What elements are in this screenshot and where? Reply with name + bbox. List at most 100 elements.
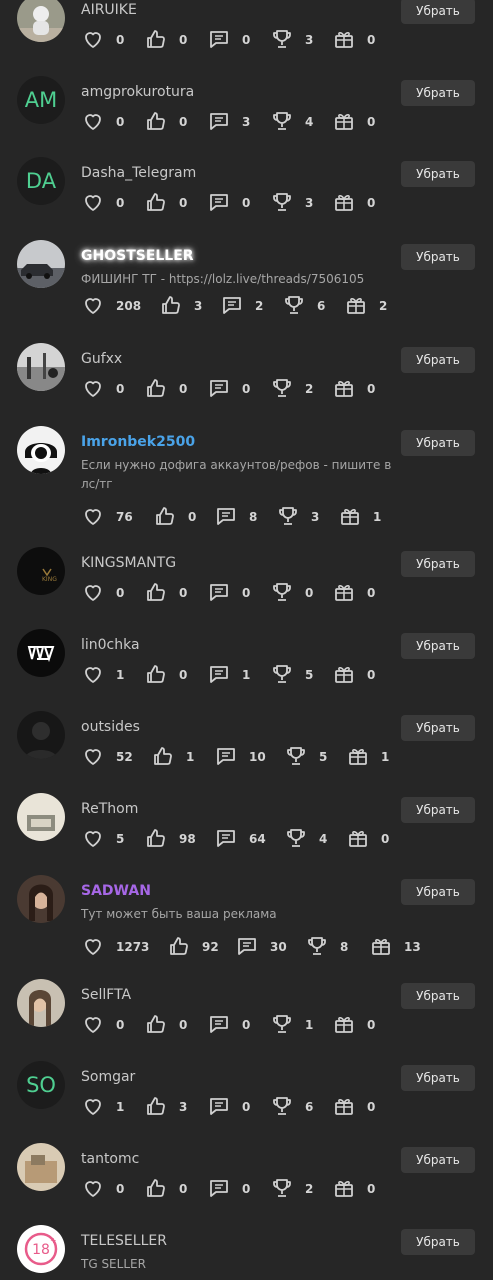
heart-stat[interactable]: 0 [81, 582, 124, 606]
avatar[interactable]: 18 + [17, 1225, 65, 1273]
message-stat[interactable]: 3 [207, 111, 250, 135]
username-link[interactable]: KINGSMANTG [81, 555, 176, 571]
remove-button[interactable]: Убрать [401, 80, 475, 106]
heart-stat[interactable]: 0 [81, 111, 124, 135]
trophy-stat[interactable]: 6 [282, 295, 325, 319]
heart-stat[interactable]: 0 [81, 378, 124, 402]
message-stat[interactable]: 0 [207, 582, 250, 606]
remove-button[interactable]: Убрать [401, 633, 475, 659]
remove-button[interactable]: Убрать [401, 244, 475, 270]
heart-stat[interactable]: 0 [81, 192, 124, 216]
remove-button[interactable]: Убрать [401, 0, 475, 24]
trophy-stat[interactable]: 2 [270, 378, 313, 402]
avatar[interactable] [17, 979, 65, 1027]
username-link[interactable]: Imronbek2500 [81, 434, 195, 450]
remove-button[interactable]: Убрать [401, 430, 475, 456]
trophy-stat[interactable]: 8 [305, 936, 348, 960]
thumbs-up-stat[interactable]: 0 [144, 1178, 187, 1202]
message-stat[interactable]: 0 [207, 1096, 250, 1120]
gift-stat[interactable]: 0 [332, 1096, 375, 1120]
username-link[interactable]: amgprokurotura [81, 84, 194, 100]
thumbs-up-stat[interactable]: 0 [144, 1014, 187, 1038]
gift-stat[interactable]: 0 [332, 1014, 375, 1038]
gift-stat[interactable]: 0 [332, 378, 375, 402]
remove-button[interactable]: Убрать [401, 715, 475, 741]
avatar[interactable]: AM [17, 76, 65, 124]
thumbs-up-stat[interactable]: 0 [144, 664, 187, 688]
heart-stat[interactable]: 0 [81, 29, 124, 53]
thumbs-up-stat[interactable]: 3 [144, 1096, 187, 1120]
message-stat[interactable]: 0 [207, 1014, 250, 1038]
gift-stat[interactable]: 1 [338, 506, 381, 530]
gift-stat[interactable]: 0 [332, 582, 375, 606]
username-link[interactable]: lin0chka [81, 637, 140, 653]
avatar[interactable] [17, 875, 65, 923]
username-link[interactable]: outsides [81, 719, 140, 735]
remove-button[interactable]: Убрать [401, 161, 475, 187]
gift-stat[interactable]: 2 [344, 295, 387, 319]
trophy-stat[interactable]: 3 [270, 192, 313, 216]
gift-stat[interactable]: 0 [332, 664, 375, 688]
remove-button[interactable]: Убрать [401, 1229, 475, 1255]
avatar[interactable] [17, 629, 65, 677]
message-stat[interactable]: 64 [214, 828, 266, 852]
remove-button[interactable]: Убрать [401, 1147, 475, 1173]
username-link[interactable]: Dasha_Telegram [81, 165, 196, 181]
trophy-stat[interactable]: 5 [284, 746, 327, 770]
username-link[interactable]: tantomc [81, 1151, 139, 1167]
trophy-stat[interactable]: 4 [284, 828, 327, 852]
message-stat[interactable]: 0 [207, 192, 250, 216]
trophy-stat[interactable]: 1 [270, 1014, 313, 1038]
thumbs-up-stat[interactable]: 0 [144, 192, 187, 216]
message-stat[interactable]: 30 [235, 936, 287, 960]
thumbs-up-stat[interactable]: 98 [144, 828, 196, 852]
gift-stat[interactable]: 1 [346, 746, 389, 770]
remove-button[interactable]: Убрать [401, 879, 475, 905]
thumbs-up-stat[interactable]: 0 [144, 378, 187, 402]
remove-button[interactable]: Убрать [401, 797, 475, 823]
avatar[interactable] [17, 240, 65, 288]
remove-button[interactable]: Убрать [401, 347, 475, 373]
remove-button[interactable]: Убрать [401, 1065, 475, 1091]
username-link[interactable]: TELESELLER [81, 1233, 167, 1249]
message-stat[interactable]: 0 [207, 29, 250, 53]
username-link[interactable]: Gufxx [81, 351, 122, 367]
thumbs-up-stat[interactable]: 0 [144, 582, 187, 606]
heart-stat[interactable]: 5 [81, 828, 124, 852]
avatar[interactable]: DA [17, 157, 65, 205]
username-link[interactable]: SellFTA [81, 987, 131, 1003]
message-stat[interactable]: 0 [207, 1178, 250, 1202]
heart-stat[interactable]: 1 [81, 664, 124, 688]
avatar[interactable] [17, 343, 65, 391]
gift-stat[interactable]: 13 [369, 936, 421, 960]
username-link[interactable]: AIRUIKE [81, 2, 137, 18]
trophy-stat[interactable]: 3 [276, 506, 319, 530]
message-stat[interactable]: 2 [220, 295, 263, 319]
heart-stat[interactable]: 208 [81, 295, 141, 319]
avatar[interactable]: KING [17, 547, 65, 595]
heart-stat[interactable]: 76 [81, 506, 133, 530]
heart-stat[interactable]: 1 [81, 1096, 124, 1120]
username-link[interactable]: GHOSTSELLER [81, 248, 194, 264]
trophy-stat[interactable]: 4 [270, 111, 313, 135]
trophy-stat[interactable]: 6 [270, 1096, 313, 1120]
message-stat[interactable]: 8 [214, 506, 257, 530]
gift-stat[interactable]: 0 [332, 1178, 375, 1202]
trophy-stat[interactable]: 5 [270, 664, 313, 688]
username-link[interactable]: SADWAN [81, 883, 151, 899]
message-stat[interactable]: 0 [207, 378, 250, 402]
avatar[interactable]: SO [17, 1061, 65, 1109]
heart-stat[interactable]: 1273 [81, 936, 149, 960]
trophy-stat[interactable]: 2 [270, 1178, 313, 1202]
gift-stat[interactable]: 0 [332, 29, 375, 53]
remove-button[interactable]: Убрать [401, 551, 475, 577]
heart-stat[interactable]: 52 [81, 746, 133, 770]
avatar[interactable] [17, 793, 65, 841]
gift-stat[interactable]: 0 [332, 111, 375, 135]
username-link[interactable]: Somgar [81, 1069, 135, 1085]
thumbs-up-stat[interactable]: 0 [144, 111, 187, 135]
thumbs-up-stat[interactable]: 0 [144, 29, 187, 53]
avatar[interactable] [17, 426, 65, 474]
thumbs-up-stat[interactable]: 3 [159, 295, 202, 319]
trophy-stat[interactable]: 3 [270, 29, 313, 53]
